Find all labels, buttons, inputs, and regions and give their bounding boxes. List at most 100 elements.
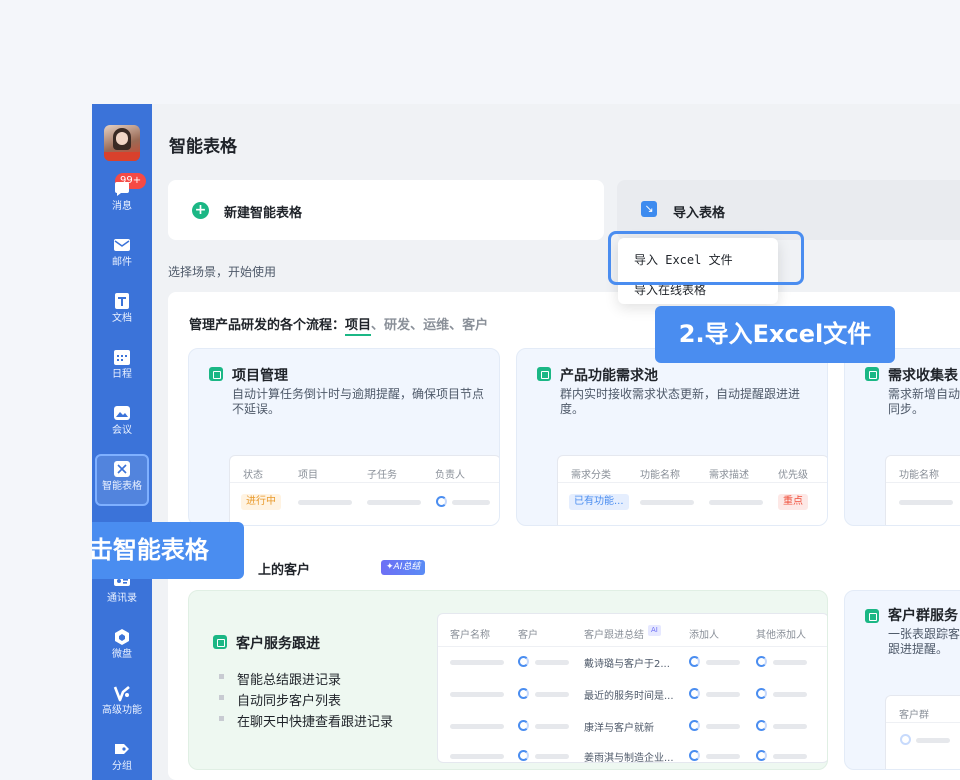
tab-ops[interactable]: 运维 (423, 318, 449, 333)
app-window: 99+ 消息 邮件 文档 日程 会议 智能表格 通讯录 微盘 高级功能 分组 智… (92, 104, 960, 780)
sidebar-item-smart-sheet[interactable]: 智能表格 (92, 454, 152, 510)
preview-table: 客户群 (885, 695, 960, 769)
avatar (756, 720, 767, 731)
card-desc: 群内实时接收需求状态更新，自动提醒跟进进度。 (560, 387, 801, 416)
sidebar-item-label: 分组 (112, 761, 132, 772)
sidebar-item-calendar[interactable]: 日程 (92, 348, 152, 398)
page-title: 智能表格 (169, 137, 237, 157)
column-header: 优先级 (778, 470, 808, 481)
flow-sep: 、 (371, 318, 385, 333)
scene-hint: 选择场景，开始使用 (168, 265, 277, 279)
column-header: 客户群 (899, 710, 929, 721)
sidebar-item-label: 会议 (112, 425, 132, 436)
sidebar-item-label: 日程 (112, 369, 132, 380)
avatar (689, 750, 700, 761)
smart-sheet-icon (865, 609, 879, 623)
column-header: 客户跟进总结 (584, 630, 644, 641)
sidebar-item-label: 微盘 (112, 649, 132, 660)
smart-sheet-icon (213, 635, 227, 649)
sidebar-item-label: 邮件 (112, 257, 132, 268)
mail-icon (114, 239, 130, 251)
avatar (689, 688, 700, 699)
tag-icon (115, 744, 129, 754)
summary-cell: 姜雨淇与制造企业... (584, 753, 674, 764)
meeting-icon (114, 406, 130, 420)
card-title: 需求收集表 (888, 368, 958, 384)
avatar (518, 720, 529, 731)
template-card-group-service[interactable]: 客户群服务 一张表跟踪客跟进提醒。 客户群 (844, 590, 960, 770)
flow-sep: 、 (410, 318, 424, 333)
document-icon (115, 293, 129, 309)
import-arrow-icon: ↘ (641, 201, 657, 217)
column-header: 功能名称 (640, 470, 680, 481)
sidebar-item-label: 通讯录 (107, 593, 137, 604)
sidebar: 99+ 消息 邮件 文档 日程 会议 智能表格 通讯录 微盘 高级功能 分组 (92, 104, 152, 780)
feature-item: 智能总结跟进记录 (218, 669, 341, 688)
cloud-drive-icon (115, 629, 129, 645)
smart-sheet-icon (537, 367, 551, 381)
sidebar-item-docs[interactable]: 文档 (92, 292, 152, 342)
sidebar-item-meeting[interactable]: 会议 (92, 404, 152, 454)
preview-table: 功能名称 (885, 455, 960, 525)
new-smart-sheet-button[interactable]: + 新建智能表格 (168, 180, 604, 240)
import-excel-highlight (608, 231, 804, 285)
sidebar-item-label: 文档 (112, 313, 132, 324)
template-card-collection[interactable]: 需求收集表 需求新增自动同步。 功能名称 (844, 348, 960, 526)
avatar (436, 496, 447, 507)
template-card-requirements[interactable]: 产品功能需求池 群内实时接收需求状态更新，自动提醒跟进进度。 需求分类 功能名称… (516, 348, 828, 526)
section-title: 上的客户 (258, 563, 311, 578)
column-header: 功能名称 (899, 470, 939, 481)
avatar (689, 656, 700, 667)
summary-cell: 最近的服务时间是... (584, 691, 674, 702)
avatar[interactable] (104, 125, 140, 161)
preview-table: 客户名称 客户 客户跟进总结 AI 添加人 其他添加人 戴诗璐与客户于2... (437, 613, 827, 764)
sidebar-item-label: 消息 (112, 201, 132, 212)
sidebar-item-label: 智能表格 (102, 481, 142, 492)
column-header: 其他添加人 (756, 630, 806, 641)
column-header: 客户 (518, 630, 538, 641)
tab-customer[interactable]: 客户 (462, 318, 488, 333)
column-header: 需求描述 (709, 470, 749, 481)
preview-table: 需求分类 功能名称 需求描述 优先级 已有功能... 重点 (557, 455, 827, 525)
plus-circle-icon: + (192, 202, 209, 219)
sidebar-item-label: 高级功能 (102, 705, 142, 716)
avatar (756, 750, 767, 761)
sidebar-item-drive[interactable]: 微盘 (92, 628, 152, 678)
column-header: 负责人 (435, 470, 465, 481)
card-title: 项目管理 (232, 368, 288, 384)
tab-rnd[interactable]: 研发 (384, 318, 410, 333)
summary-cell: 戴诗璐与客户于2... (584, 659, 670, 670)
card-title: 产品功能需求池 (560, 368, 658, 384)
avatar (518, 688, 529, 699)
avatar (518, 750, 529, 761)
flow-prefix: 管理产品研发的各个流程： (189, 318, 346, 333)
category-tag: 已有功能... (569, 494, 629, 510)
column-header: 需求分类 (571, 470, 611, 481)
sidebar-item-advanced[interactable]: 高级功能 (92, 684, 152, 734)
import-sheet-label: 导入表格 (673, 206, 726, 221)
template-card-customer-service[interactable]: 客户服务跟进 智能总结跟进记录 自动同步客户列表 在聊天中快捷查看跟进记录 客户… (188, 590, 828, 770)
feature-item: 自动同步客户列表 (218, 690, 341, 709)
avatar (518, 656, 529, 667)
step1-callout: 1.点击智能表格 (92, 522, 244, 579)
column-header: 状态 (243, 470, 263, 481)
advanced-icon (113, 686, 130, 702)
column-header: 项目 (298, 470, 318, 481)
calendar-icon (114, 350, 130, 365)
chat-bubble-icon (115, 182, 129, 196)
summary-cell: 康洋与客户就新 (584, 723, 654, 734)
template-card-project[interactable]: 项目管理 自动计算任务倒计时与逾期提醒，确保项目节点不延误。 状态 项目 子任务… (188, 348, 500, 526)
new-smart-sheet-label: 新建智能表格 (224, 206, 303, 221)
sidebar-item-mail[interactable]: 邮件 (92, 236, 152, 286)
tab-project[interactable]: 项目 (345, 318, 372, 336)
group-avatar (900, 734, 911, 745)
column-header: 添加人 (689, 630, 719, 641)
smart-sheet-icon (865, 367, 879, 381)
avatar (689, 720, 700, 731)
sidebar-item-messages[interactable]: 消息 (92, 180, 152, 230)
sidebar-item-groups[interactable]: 分组 (92, 740, 152, 780)
sidebar-item-contacts[interactable]: 通讯录 (92, 572, 152, 622)
card-desc: 需求新增自动同步。 (888, 387, 960, 416)
column-header: 客户名称 (450, 630, 490, 641)
step2-callout: 2.导入Excel文件 (655, 306, 895, 363)
